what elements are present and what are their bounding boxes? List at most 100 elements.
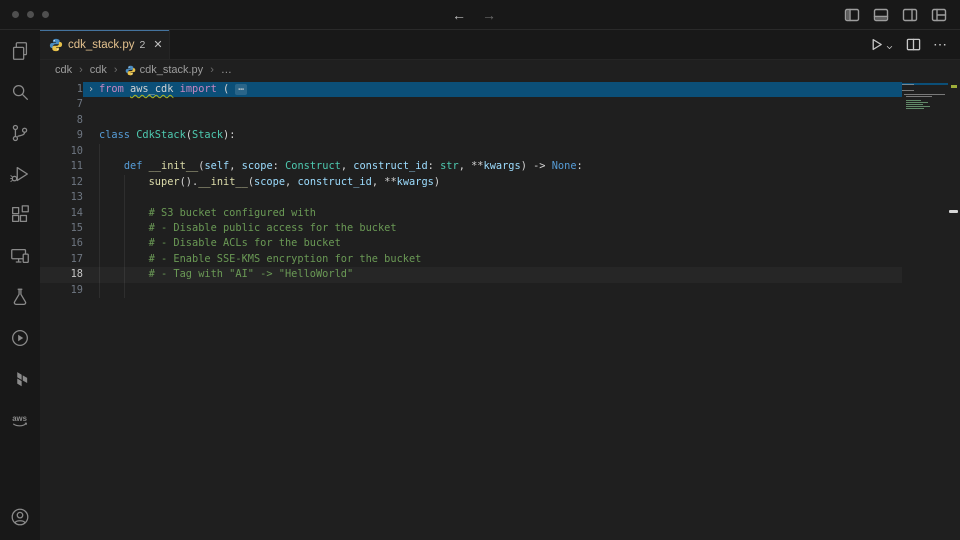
code-line-14[interactable]: 14 # S3 bucket configured with [40,206,902,221]
warning-marker [951,85,957,88]
layout-controls [844,7,960,23]
breadcrumb-symbol[interactable]: … [221,64,232,76]
line-text: super().__init__(scope, construct_id, **… [99,175,902,190]
tab-badge: 2 [139,39,145,51]
line-number[interactable]: 11 [40,159,83,174]
scrollbar[interactable] [948,80,960,540]
toggle-panel-icon[interactable] [873,7,889,23]
line-text: # - Disable ACLs for the bucket [99,236,902,251]
terraform-icon[interactable] [0,358,40,399]
line-number[interactable]: 9 [40,128,83,143]
fold-gutter [83,221,99,236]
source-control-icon[interactable] [0,112,40,153]
explorer-icon[interactable] [0,30,40,71]
line-number[interactable]: 10 [40,144,83,159]
fold-gutter [83,159,99,174]
fold-gutter [83,236,99,251]
line-text [99,283,902,298]
activity-bar-items [0,30,40,440]
line-number[interactable]: 12 [40,175,83,190]
code-line-1[interactable]: 1›from aws_cdk import (⋯ [40,82,902,97]
line-number[interactable]: 16 [40,236,83,251]
line-number[interactable]: 13 [40,190,83,205]
fold-gutter [83,206,99,221]
line-text: class CdkStack(Stack): [99,128,902,143]
breadcrumb-folder[interactable]: cdk [55,64,72,76]
title-bar: ← → [0,0,960,30]
fold-gutter [83,267,99,282]
line-text: def __init__(self, scope: Construct, con… [99,159,902,174]
tab-cdk-stack[interactable]: cdk_stack.py 2 ✕ [40,30,170,59]
code-line-10[interactable]: 10 [40,144,902,159]
line-number[interactable]: 15 [40,221,83,236]
fold-gutter [83,128,99,143]
aws-icon[interactable] [0,399,40,440]
line-text [99,190,902,205]
indent-guide [99,144,100,298]
forward-icon[interactable]: → [482,7,496,23]
customize-layout-icon[interactable] [931,7,947,23]
line-number[interactable]: 7 [40,97,83,112]
more-actions-icon[interactable]: ⋯ [933,36,948,53]
line-text [99,144,902,159]
editor-actions: ⋯ [869,30,960,59]
search-icon[interactable] [0,71,40,112]
code-editor[interactable]: 1›from aws_cdk import (⋯789class CdkStac… [40,80,960,540]
tab-label: cdk_stack.py [68,39,134,51]
line-number[interactable]: 14 [40,206,83,221]
window-close-button[interactable] [12,11,19,18]
account-icon[interactable] [0,499,40,540]
line-number[interactable]: 18 [40,267,83,282]
code-line-13[interactable]: 13 [40,190,902,205]
line-text [99,113,902,128]
breadcrumb: cdk › cdk › cdk_stack.py › … [40,60,960,80]
remote-explorer-icon[interactable] [0,235,40,276]
code-line-18[interactable]: 18 # - Tag with "AI" -> "HelloWorld" [40,267,902,282]
code-line-12[interactable]: 12 super().__init__(scope, construct_id,… [40,175,902,190]
code-line-8[interactable]: 8 [40,113,902,128]
back-icon[interactable]: ← [452,7,466,23]
line-text [99,97,902,112]
scroll-marker [949,210,958,213]
python-file-icon [49,38,63,52]
tab-close-icon[interactable]: ✕ [150,37,165,52]
run-debug-icon[interactable] [0,153,40,194]
code-line-19[interactable]: 19 [40,283,902,298]
window-maximize-button[interactable] [42,11,49,18]
code-line-16[interactable]: 16 # - Disable ACLs for the bucket [40,236,902,251]
folded-code-badge[interactable]: ⋯ [235,84,247,95]
line-text: # - Tag with "AI" -> "HelloWorld" [99,267,902,282]
fold-gutter [83,97,99,112]
minimap[interactable] [902,80,948,111]
breadcrumb-folder[interactable]: cdk [90,64,107,76]
run-dropdown-icon [885,43,894,52]
tab-bar: cdk_stack.py 2 ✕ ⋯ [40,30,960,60]
code-line-17[interactable]: 17 # - Enable SSE-KMS encryption for the… [40,252,902,267]
fold-gutter [83,190,99,205]
extensions-icon[interactable] [0,194,40,235]
line-text: # S3 bucket configured with [99,206,902,221]
run-circle-icon[interactable] [0,317,40,358]
code-line-11[interactable]: 11 def __init__(self, scope: Construct, … [40,159,902,174]
line-number[interactable]: 19 [40,283,83,298]
line-text: # - Disable public access for the bucket [99,221,902,236]
code-line-9[interactable]: 9 class CdkStack(Stack): [40,128,902,143]
line-number[interactable]: 17 [40,252,83,267]
window-minimize-button[interactable] [27,11,34,18]
line-text: from aws_cdk import (⋯ [99,82,902,97]
line-text: # - Enable SSE-KMS encryption for the bu… [99,252,902,267]
toggle-primary-sidebar-icon[interactable] [844,7,860,23]
breadcrumb-file[interactable]: cdk_stack.py [125,64,204,76]
run-python-file-button[interactable] [869,37,894,52]
fold-chevron-icon[interactable]: › [83,82,99,97]
fold-gutter [83,175,99,190]
line-number[interactable]: 1 [40,82,83,97]
fold-gutter [83,144,99,159]
testing-icon[interactable] [0,276,40,317]
code-line-15[interactable]: 15 # - Disable public access for the buc… [40,221,902,236]
toggle-secondary-sidebar-icon[interactable] [902,7,918,23]
split-editor-icon[interactable] [906,37,921,52]
line-number[interactable]: 8 [40,113,83,128]
code-line-7[interactable]: 7 [40,97,902,112]
activity-bar [0,30,40,540]
